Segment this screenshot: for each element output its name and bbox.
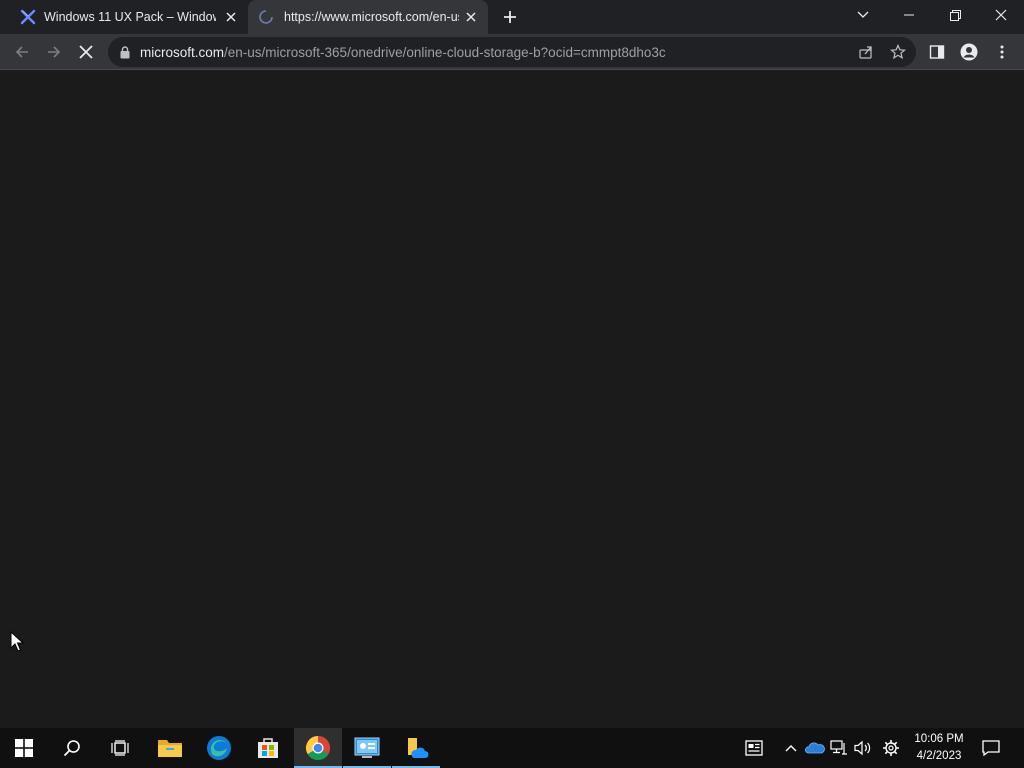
arrow-left-icon	[14, 44, 30, 60]
bookmark-star-icon[interactable]	[887, 41, 909, 63]
plus-icon	[503, 10, 517, 24]
onedrive-tray-button[interactable]	[803, 736, 827, 760]
url-path: /en-us/microsoft-365/onedrive/online-clo…	[224, 44, 666, 60]
x-logo-icon	[20, 9, 36, 25]
profile-avatar-icon	[960, 43, 978, 61]
mouse-cursor-icon	[10, 631, 24, 653]
chevron-down-icon	[857, 11, 869, 19]
search-icon	[63, 739, 81, 757]
network-tray-button[interactable]	[827, 736, 851, 760]
notification-icon	[982, 740, 1000, 756]
restore-icon	[949, 9, 961, 21]
settings-gear-icon	[882, 739, 900, 757]
side-panel-button[interactable]	[925, 40, 949, 64]
minimize-icon	[904, 14, 914, 16]
tab-title: https://www.microsoft.com/en-us/microsof…	[284, 10, 459, 24]
volume-icon	[854, 740, 872, 756]
control-panel-icon	[354, 737, 380, 759]
side-panel-icon	[929, 44, 945, 60]
news-widget-button[interactable]	[742, 736, 766, 760]
url-host: microsoft.com	[140, 44, 225, 60]
close-icon	[995, 9, 1007, 21]
task-view-icon	[111, 740, 129, 756]
onedrive-folder-icon	[403, 736, 429, 760]
new-tab-button[interactable]	[499, 6, 521, 28]
loading-spinner-icon	[258, 9, 274, 25]
microsoft-store-button[interactable]	[244, 728, 292, 768]
tab-microsoft-onedrive[interactable]: https://www.microsoft.com/en-us/microsof…	[248, 0, 488, 34]
browser-toolbar: microsoft.com/en-us/microsoft-365/onedri…	[0, 34, 1024, 70]
tab-strip: Windows 11 UX Pack – Windows 11 UX Pack …	[0, 0, 1024, 34]
clock-time: 10:06 PM	[914, 733, 964, 745]
tab-title: Windows 11 UX Pack – Windows 11 UX Pack	[44, 10, 216, 24]
chrome-menu-button[interactable]	[990, 40, 1014, 64]
show-hidden-icons-button[interactable]	[779, 736, 803, 760]
file-explorer-icon	[157, 737, 183, 759]
close-window-button[interactable]	[978, 0, 1024, 30]
taskbar: 10:06 PM 4/2/2023	[0, 728, 1024, 768]
address-bar[interactable]: microsoft.com/en-us/microsoft-365/onedri…	[108, 37, 916, 67]
edge-button[interactable]	[195, 728, 243, 768]
chrome-button[interactable]	[294, 728, 342, 768]
file-explorer-button[interactable]	[146, 728, 194, 768]
clock-date: 4/2/2023	[916, 750, 962, 762]
kebab-menu-icon	[1000, 45, 1004, 59]
chevron-up-icon	[785, 744, 797, 752]
task-view-button[interactable]	[96, 728, 144, 768]
control-panel-button[interactable]	[343, 728, 391, 768]
tab-close-icon[interactable]	[462, 8, 480, 26]
restore-button[interactable]	[932, 0, 978, 30]
share-icon[interactable]	[855, 41, 877, 63]
lock-icon[interactable]	[120, 45, 130, 59]
news-widget-icon	[745, 740, 763, 756]
forward-button[interactable]	[42, 40, 66, 64]
search-button[interactable]	[48, 728, 96, 768]
url-text[interactable]: microsoft.com/en-us/microsoft-365/onedri…	[140, 45, 666, 60]
stop-x-icon	[79, 45, 93, 59]
taskbar-clock[interactable]: 10:06 PM 4/2/2023	[908, 731, 970, 765]
onedrive-cloud-icon	[805, 741, 825, 755]
start-icon	[15, 739, 33, 757]
tab-search-button[interactable]	[840, 0, 886, 30]
back-button[interactable]	[10, 40, 34, 64]
edge-icon	[206, 735, 232, 761]
onedrive-folder-button[interactable]	[392, 728, 440, 768]
profile-button[interactable]	[957, 40, 981, 64]
settings-tray-button[interactable]	[879, 736, 903, 760]
arrow-right-icon	[46, 44, 62, 60]
minimize-button[interactable]	[886, 0, 932, 30]
stop-loading-button[interactable]	[74, 40, 98, 64]
volume-tray-button[interactable]	[851, 736, 875, 760]
store-icon	[256, 736, 280, 760]
start-button[interactable]	[0, 728, 48, 768]
network-icon	[830, 740, 848, 756]
tab-windows-11-ux-pack[interactable]: Windows 11 UX Pack – Windows 11 UX Pack	[8, 0, 248, 34]
chrome-icon	[305, 735, 331, 761]
action-center-button[interactable]	[979, 736, 1003, 760]
tab-close-icon[interactable]	[222, 8, 240, 26]
page-content-area[interactable]	[0, 71, 1024, 728]
